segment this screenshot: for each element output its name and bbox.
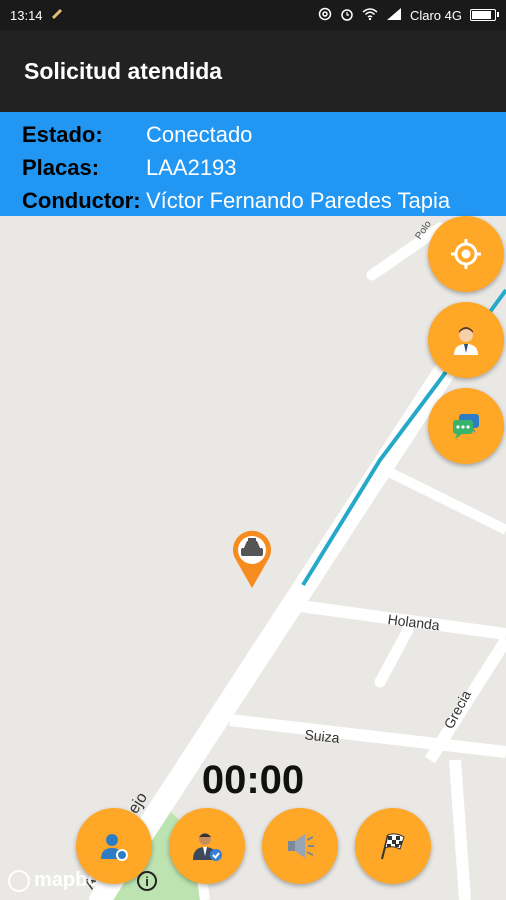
finish-flag-icon (381, 833, 405, 860)
chat-button[interactable] (428, 388, 504, 464)
carrier-label: Claro 4G (409, 7, 462, 23)
driver-info-button[interactable] (428, 302, 504, 378)
conductor-row: Conductor: Víctor Fernando Paredes Tapia (0, 184, 506, 217)
chat-icon (453, 414, 479, 439)
driver-icon (454, 327, 478, 355)
driver-verified-icon (193, 833, 222, 861)
status-bar: 13:14 Claro 4G (0, 0, 506, 30)
battery-icon (470, 9, 499, 21)
estado-value: Conectado (146, 121, 253, 147)
location-target-icon (451, 239, 481, 269)
status-time: 13:14 (10, 7, 43, 23)
passenger-icon (101, 834, 128, 861)
driver-verify-button[interactable] (169, 808, 245, 884)
trip-info-panel: Estado: Conectado Placas: LAA2193 Conduc… (0, 112, 506, 216)
conductor-label: Conductor: (22, 187, 141, 213)
wifi-icon (362, 7, 378, 23)
finish-trip-button[interactable] (355, 808, 431, 884)
estado-label: Estado: (22, 121, 103, 147)
placas-label: Placas: (22, 154, 100, 180)
mapbox-logo-icon (8, 869, 30, 892)
conductor-value: Víctor Fernando Paredes Tapia (146, 187, 451, 213)
attribution-info-icon[interactable]: i (137, 871, 157, 891)
page-title: Solicitud atendida (24, 57, 223, 84)
trip-timer: 00:00 (201, 758, 305, 802)
notification-icon (51, 8, 63, 23)
placas-value: LAA2193 (146, 154, 237, 180)
signal-icon (386, 7, 402, 23)
my-location-button[interactable] (428, 216, 504, 292)
passenger-button[interactable] (76, 808, 152, 884)
at-icon (318, 7, 332, 24)
alarm-icon (340, 7, 354, 24)
placas-row: Placas: LAA2193 (0, 151, 506, 184)
speaker-icon (288, 834, 314, 858)
speaker-button[interactable] (262, 808, 338, 884)
app-bar: Solicitud atendida (0, 30, 506, 112)
estado-row: Estado: Conectado (0, 118, 506, 151)
